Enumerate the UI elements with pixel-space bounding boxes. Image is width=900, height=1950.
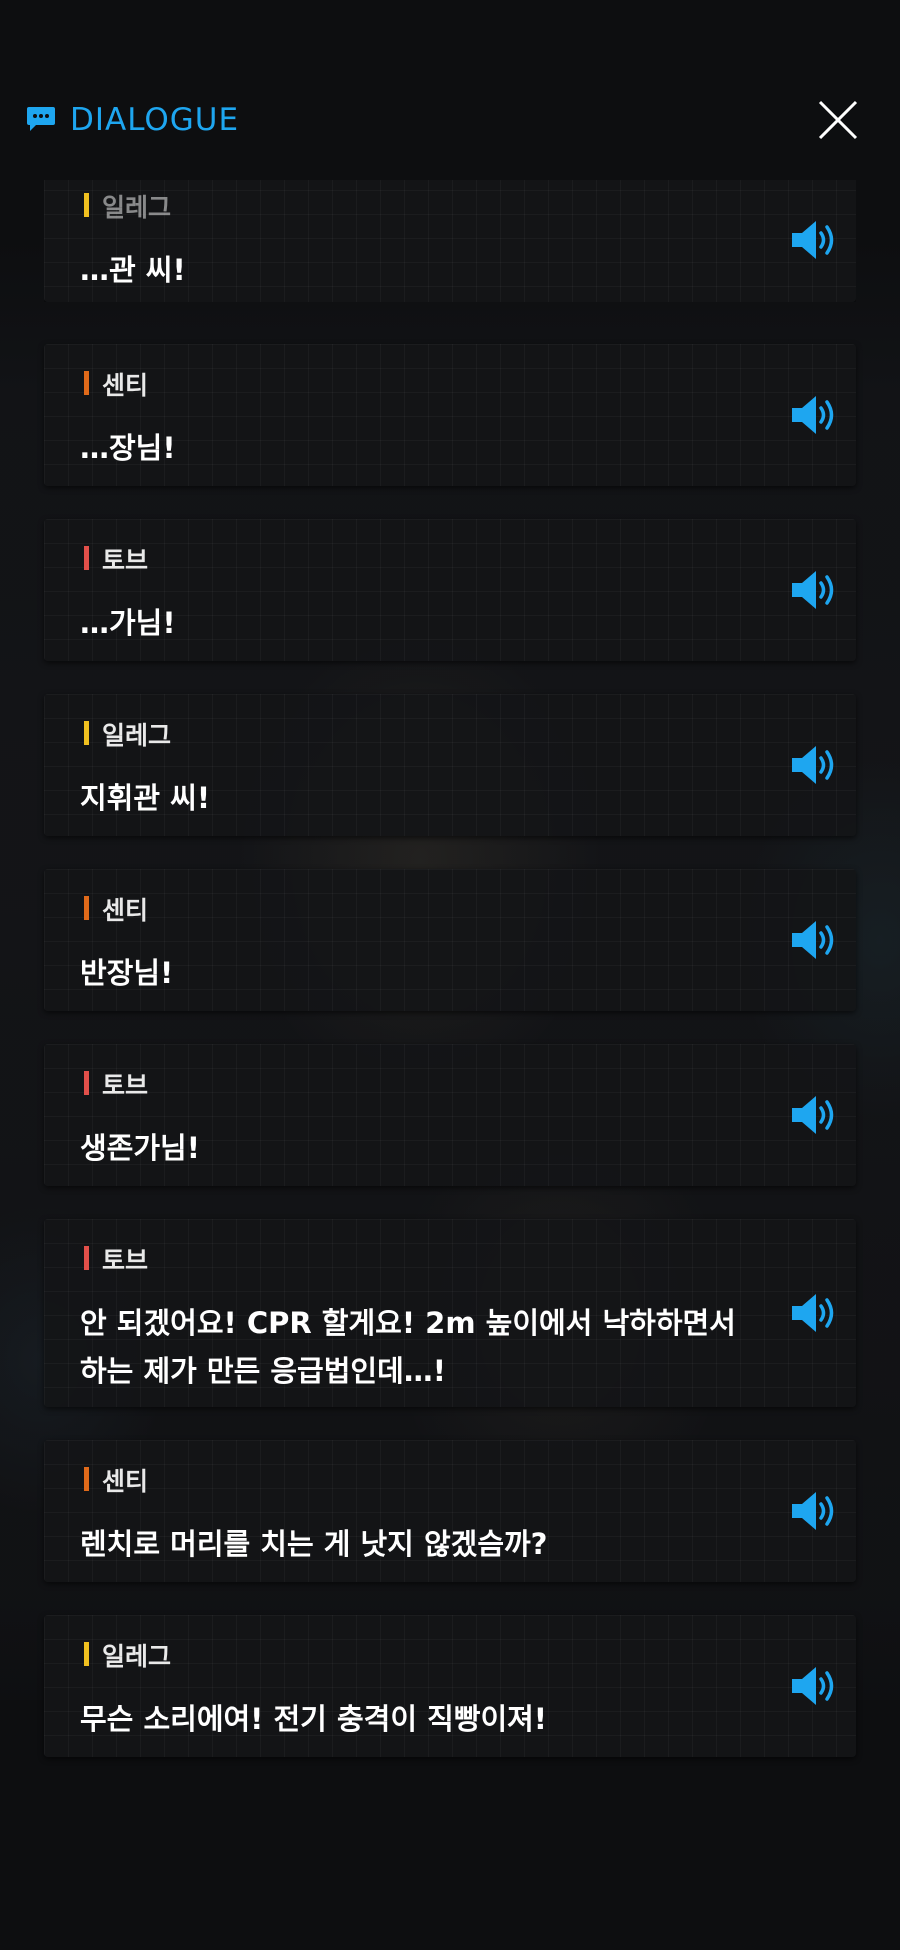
play-voice-icon[interactable]	[790, 1093, 840, 1137]
speaker-color-bar	[84, 721, 89, 745]
speaker-color-bar	[84, 193, 89, 217]
speaker-name: 토브	[102, 1071, 149, 1100]
speaker-name: 일레그	[102, 1642, 172, 1671]
play-voice-icon[interactable]	[790, 918, 840, 962]
dialogue-entry: 일레그무슨 소리에여! 전기 충격이 직빵이져!	[44, 1615, 856, 1757]
speaker-name: 센티	[102, 1467, 149, 1496]
dialogue-entry: 센티렌치로 머리를 치는 게 낫지 않겠슴까?	[44, 1440, 856, 1582]
dialogue-text: 안 되겠어요! CPR 할게요! 2m 높이에서 낙하하면서하는 제가 만든 응…	[80, 1299, 790, 1395]
dialogue-text: 생존가님!	[80, 1131, 200, 1165]
speaker-color-bar	[84, 896, 89, 920]
speaker-name: 일레그	[102, 721, 172, 750]
chat-bubble-icon	[27, 107, 55, 131]
dialogue-list[interactable]: 일레그 …관 씨! 센티 …장님! 토브 …가님! 일레그 지휘관 씨! 센티 반장님! 토브 생존가…	[0, 180, 900, 1780]
dialogue-entry: 토브생존가님!	[44, 1044, 856, 1186]
play-voice-icon[interactable]	[790, 743, 840, 787]
dialogue-entry: 센티반장님!	[44, 869, 856, 1011]
dialogue-entry: 일레그지휘관 씨!	[44, 694, 856, 836]
play-voice-icon[interactable]	[790, 1291, 840, 1335]
speaker-name: 토브	[102, 546, 149, 575]
dialogue-text: 지휘관 씨!	[80, 781, 211, 815]
speaker-color-bar	[84, 1467, 89, 1491]
speaker-color-bar	[84, 1642, 89, 1666]
speaker-color-bar	[84, 546, 89, 570]
speaker-name: 센티	[102, 371, 149, 400]
speaker-name: 센티	[102, 896, 149, 925]
dialogue-entry: 토브안 되겠어요! CPR 할게요! 2m 높이에서 낙하하면서하는 제가 만든…	[44, 1219, 856, 1407]
dialogue-entry: 일레그 …관 씨!	[44, 180, 856, 302]
dialogue-text: 렌치로 머리를 치는 게 낫지 않겠슴까?	[80, 1527, 548, 1561]
dialogue-header: DIALOGUE	[0, 88, 900, 154]
dialogue-text: …가님!	[80, 606, 176, 640]
dialogue-screen: DIALOGUE 일레그 …관 씨! 센티 …장님! 토브 …가님! 일레그 지휘관 씨! 센티…	[0, 0, 900, 1950]
play-voice-icon[interactable]	[790, 1489, 840, 1533]
dialogue-entry: 토브 …가님!	[44, 519, 856, 661]
dialogue-text: …장님!	[80, 431, 176, 465]
speaker-name: 일레그	[102, 193, 172, 222]
close-button[interactable]	[816, 98, 860, 142]
play-voice-icon[interactable]	[790, 218, 840, 262]
speaker-color-bar	[84, 1071, 89, 1095]
play-voice-icon[interactable]	[790, 393, 840, 437]
speaker-color-bar	[84, 371, 89, 395]
dialogue-text: 반장님!	[80, 956, 174, 990]
speaker-name: 토브	[102, 1246, 149, 1275]
play-voice-icon[interactable]	[790, 1664, 840, 1708]
dialogue-text: …관 씨!	[80, 253, 186, 287]
play-voice-icon[interactable]	[790, 568, 840, 612]
dialogue-text-line: 하는 제가 만든 응급법인데…!	[80, 1354, 446, 1388]
dialogue-entry: 센티 …장님!	[44, 344, 856, 486]
speaker-color-bar	[84, 1246, 89, 1270]
dialogue-text-line: 안 되겠어요! CPR 할게요! 2m 높이에서 낙하하면서	[80, 1306, 736, 1340]
dialogue-text: 무슨 소리에여! 전기 충격이 직빵이져!	[80, 1702, 548, 1736]
dialogue-title: DIALOGUE	[70, 102, 240, 138]
